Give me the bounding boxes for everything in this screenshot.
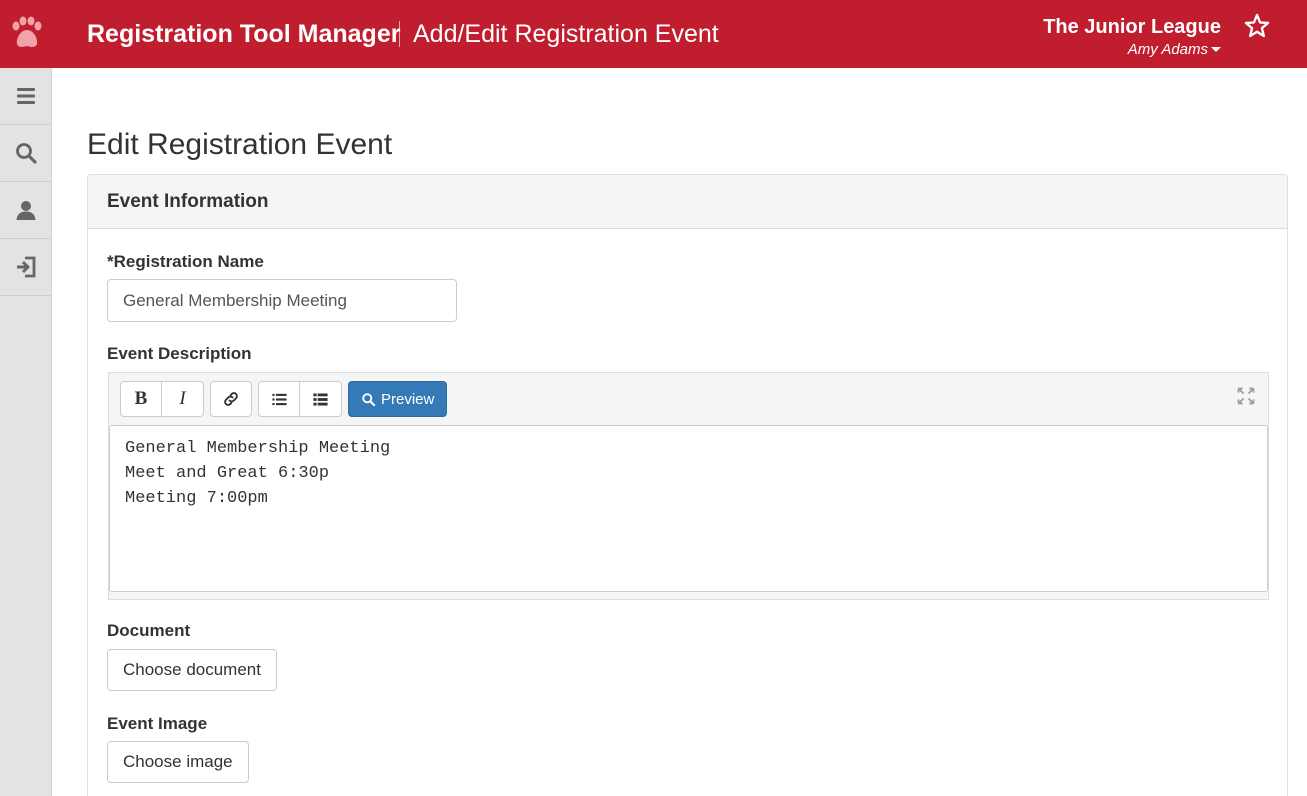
description-editor: B I Preview General Membership Meeting M… (108, 372, 1269, 600)
sidebar-search-button[interactable] (0, 125, 52, 182)
numbered-list-button[interactable] (300, 381, 342, 417)
org-name: The Junior League (1043, 16, 1221, 38)
menu-icon (17, 88, 35, 104)
preview-label: Preview (381, 390, 435, 408)
numbered-list-icon (313, 392, 328, 406)
bold-button[interactable]: B (120, 381, 162, 417)
link-button[interactable] (210, 381, 252, 417)
registration-name-label: *Registration Name (107, 252, 264, 271)
event-image-label: Event Image (107, 714, 208, 733)
format-button-group: B I (120, 381, 204, 417)
document-label: Document (107, 621, 191, 640)
user-icon (16, 201, 36, 220)
user-menu[interactable]: Amy Adams (1128, 41, 1221, 58)
page-subtitle: Add/Edit Registration Event (413, 20, 719, 48)
search-icon (362, 392, 376, 406)
choose-document-button[interactable]: Choose document (107, 649, 277, 691)
link-button-group (210, 381, 252, 417)
event-information-panel: Event Information *Registration Name Eve… (87, 174, 1288, 796)
fullscreen-icon[interactable] (1236, 386, 1256, 406)
caret-down-icon (1211, 47, 1221, 52)
sidebar-user-button[interactable] (0, 182, 52, 239)
preview-button[interactable]: Preview (348, 381, 448, 417)
sidebar (0, 68, 52, 796)
top-navbar: Registration Tool Manager Add/Edit Regis… (0, 0, 1307, 68)
bullet-list-icon (271, 393, 287, 405)
italic-button[interactable]: I (162, 381, 204, 417)
sidebar-sign-out-button[interactable] (0, 239, 52, 296)
sign-out-icon (17, 256, 36, 278)
paw-icon[interactable] (8, 12, 44, 56)
bullet-list-button[interactable] (258, 381, 300, 417)
list-button-group (258, 381, 342, 417)
app-title[interactable]: Registration Tool Manager (87, 20, 400, 49)
link-icon (224, 392, 238, 406)
title-separator (399, 21, 400, 47)
sidebar-menu-button[interactable] (0, 68, 52, 125)
search-icon (16, 143, 37, 164)
description-textarea[interactable]: General Membership Meeting Meet and Grea… (109, 425, 1268, 592)
registration-name-input[interactable] (107, 279, 457, 322)
page-heading: Edit Registration Event (87, 128, 393, 161)
event-description-label: Event Description (107, 344, 252, 363)
user-name: Amy Adams (1127, 41, 1208, 58)
choose-image-button[interactable]: Choose image (107, 741, 249, 783)
panel-title: Event Information (88, 175, 1287, 229)
star-icon[interactable] (1243, 12, 1271, 40)
editor-toolbar: B I Preview (120, 381, 448, 417)
